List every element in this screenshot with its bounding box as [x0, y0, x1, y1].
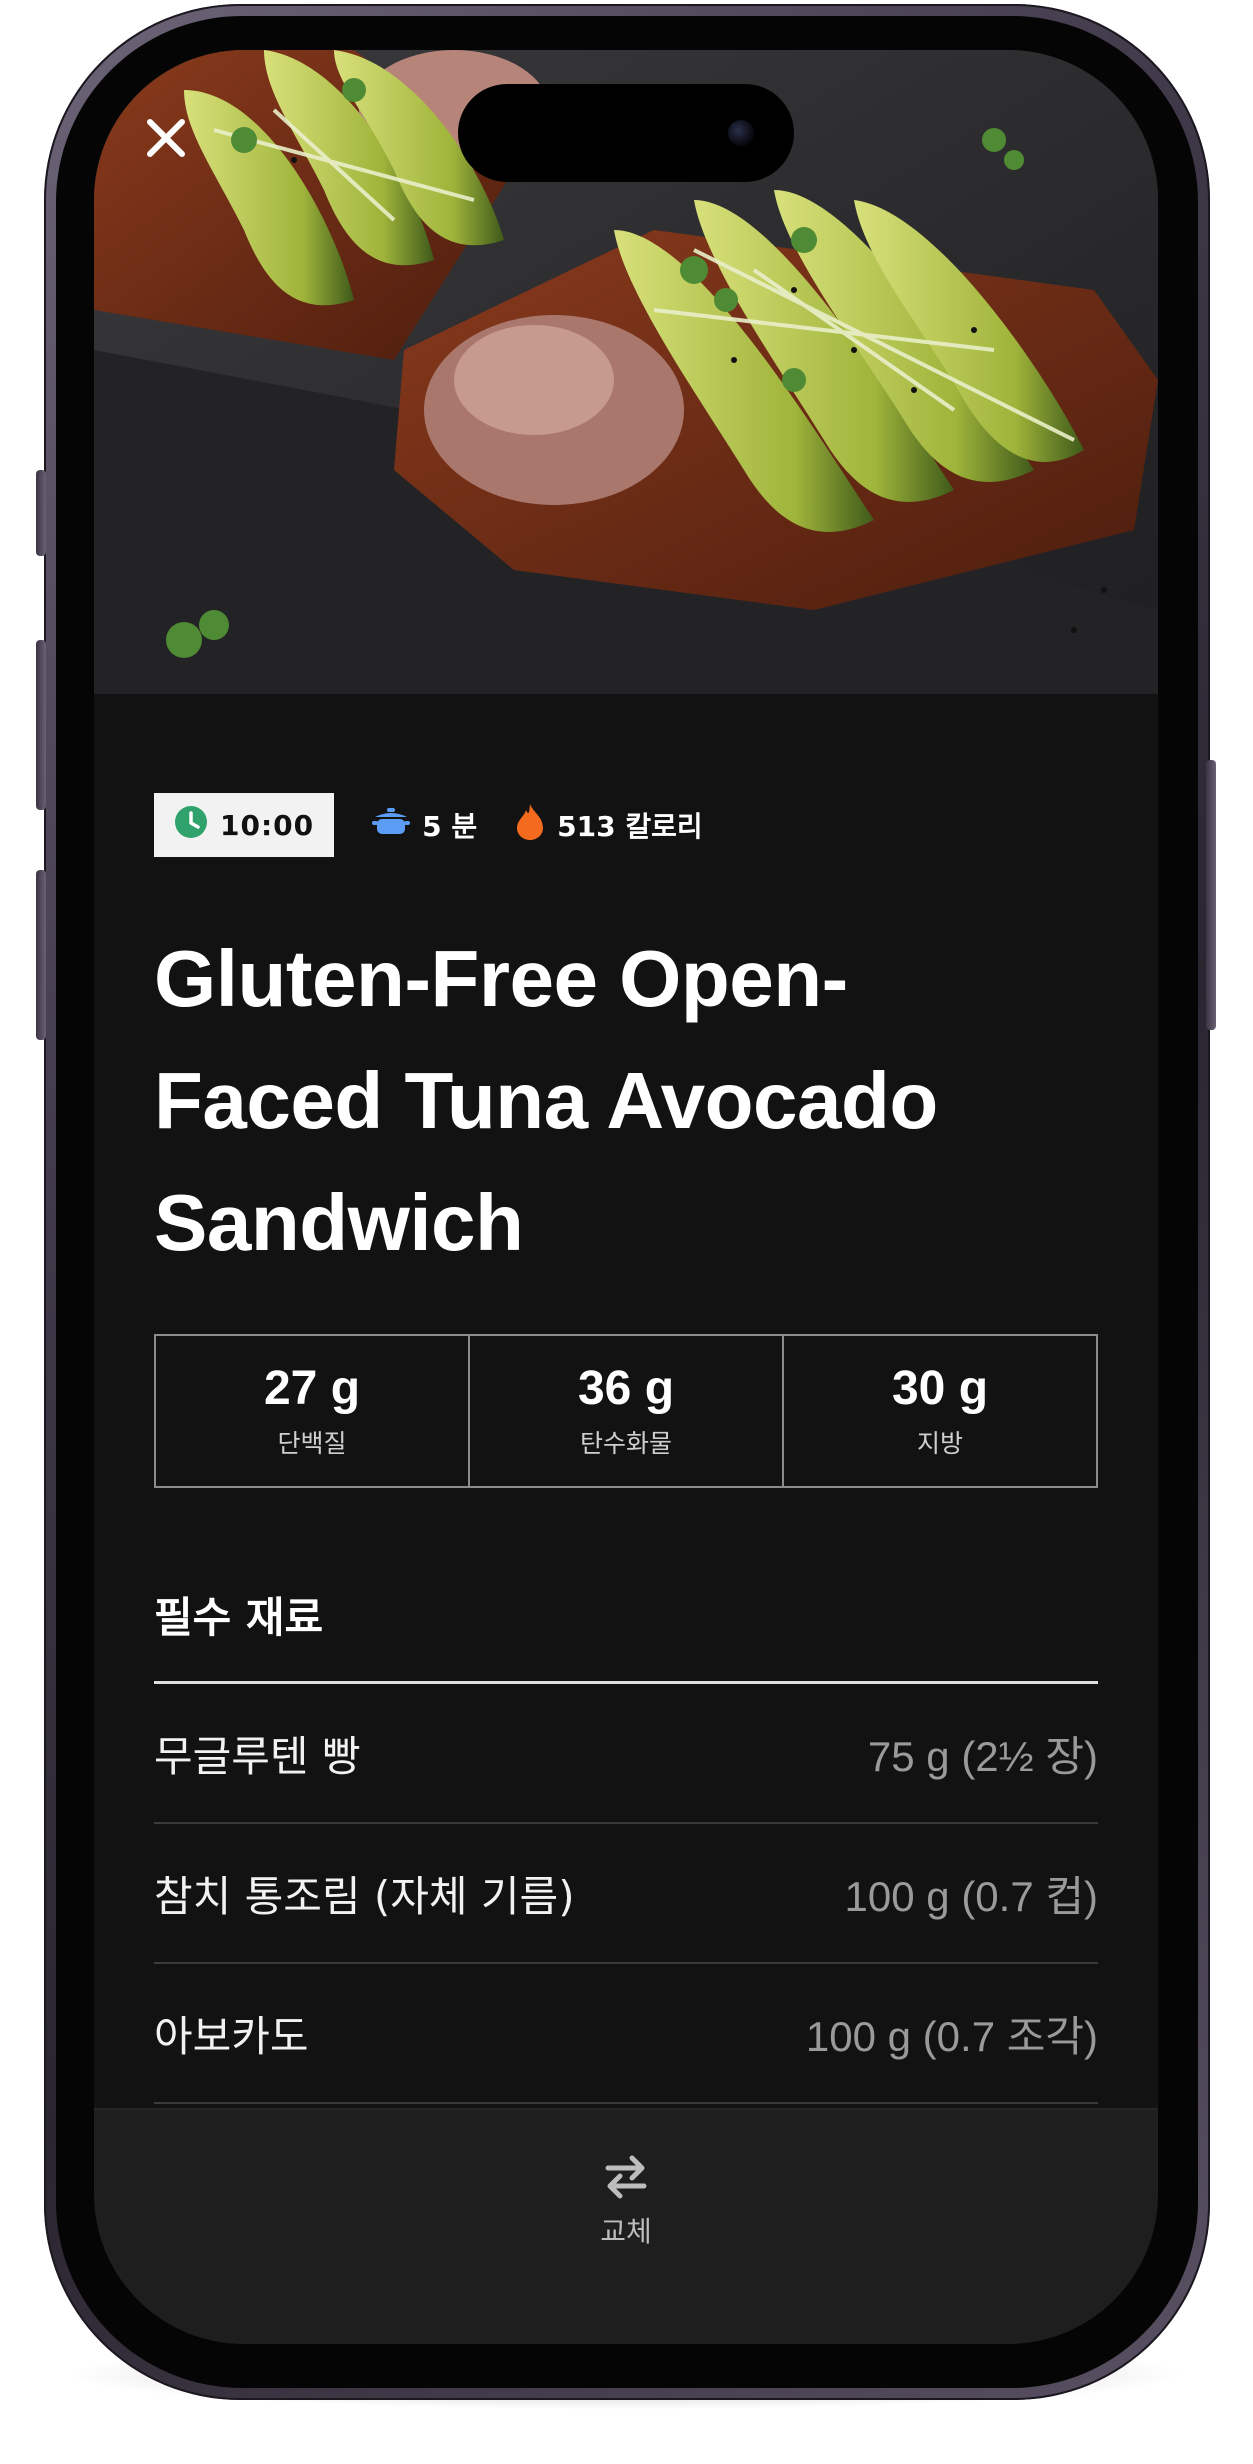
ingredient-name: 무글루텐 빵: [154, 1731, 361, 1781]
macro-value: 36 g: [577, 1362, 675, 1415]
macro-label: 탄수화물: [579, 1429, 672, 1458]
swap-label: 교체: [600, 2215, 652, 2248]
servings-text: 5 분: [422, 810, 478, 843]
time-text: 10:00: [220, 808, 315, 842]
ingredients-heading: 필수 재료: [154, 1584, 1098, 1684]
time-badge: 10:00: [154, 793, 335, 857]
ingredient-row[interactable]: 아보카도 100 g (0.7 조각): [154, 1964, 1098, 2104]
macro-fat: 30 g 지방: [784, 1336, 1096, 1486]
macro-label: 단백질: [277, 1429, 347, 1458]
volume-down-button: [36, 870, 46, 1040]
swap-arrows-icon: [605, 2155, 647, 2199]
recipe-title: Gluten-Free Open-Faced Tuna Avocado Sand…: [154, 934, 938, 1267]
calories-meta: 513 칼로리: [515, 803, 703, 848]
macro-value: 27 g: [263, 1362, 361, 1415]
flame-icon: [515, 803, 545, 848]
dynamic-island: [458, 84, 794, 182]
swap-button[interactable]: 교체: [576, 2150, 676, 2250]
clock-icon: [174, 805, 208, 846]
macro-value: 30 g: [891, 1362, 989, 1415]
power-button: [1206, 760, 1216, 1030]
macro-carbs: 36 g 탄수화물: [470, 1336, 784, 1486]
close-icon: [147, 119, 185, 157]
macro-label: 지방: [916, 1429, 963, 1458]
recipe-meta-row: 10:00 5 분 513 칼로리: [154, 792, 1098, 858]
ingredient-amount: 100 g (0.7 컵): [844, 1872, 1098, 1920]
volume-up-button: [36, 640, 46, 810]
servings-meta: 5 분: [372, 805, 477, 845]
macro-protein: 27 g 단백질: [156, 1336, 470, 1486]
ingredient-row[interactable]: 무글루텐 빵 75 g (2½ 장): [154, 1684, 1098, 1824]
ingredient-amount: 75 g (2½ 장): [867, 1732, 1098, 1780]
ingredient-row[interactable]: 참치 통조림 (자체 기름) 100 g (0.7 컵): [154, 1824, 1098, 1964]
ingredient-name: 아보카도: [154, 2011, 309, 2061]
action-button: [36, 470, 46, 556]
bottom-action-bar: 교체: [94, 2108, 1158, 2344]
ingredient-amount: 100 g (0.7 조각): [805, 2012, 1098, 2060]
close-button[interactable]: [138, 110, 194, 166]
recipe-content: 10:00 5 분 513 칼로리 Gluten-Free Open-Faced…: [94, 694, 1158, 2104]
cooking-pot-icon: [372, 807, 411, 844]
front-camera: [728, 120, 754, 146]
macros-table: 27 g 단백질 36 g 탄수화물 30 g 지방: [154, 1334, 1098, 1488]
app-screen: 10:00 5 분 513 칼로리 Gluten-Free Open-Faced…: [94, 50, 1158, 2344]
calories-text: 513 칼로리: [557, 810, 703, 843]
ingredient-name: 참치 통조림 (자체 기름): [154, 1871, 575, 1921]
